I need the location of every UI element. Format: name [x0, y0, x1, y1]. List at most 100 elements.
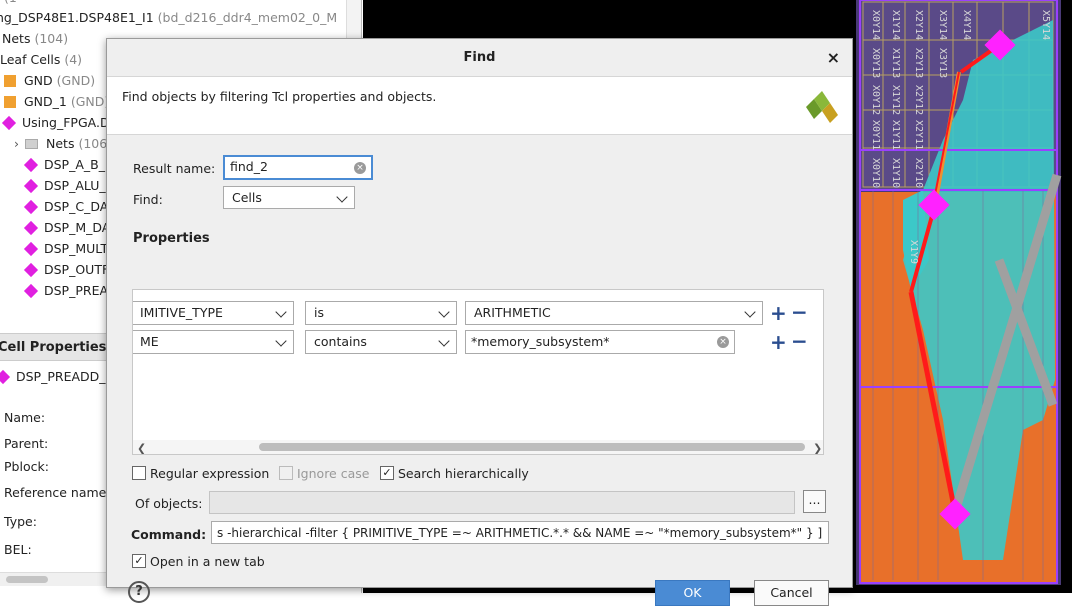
filter-horizontal-scrollbar[interactable]: ❮ ❯ [133, 440, 823, 454]
dialog-title: Find [463, 50, 496, 65]
prop-label-reference-name: Reference name [4, 485, 107, 500]
tree-row-label: Using_FPGA.D [22, 115, 110, 130]
open-new-tab-checkbox[interactable]: ✓ [132, 554, 146, 568]
filter-property-select[interactable]: ME [133, 330, 294, 354]
cell-diamond-icon [23, 262, 39, 278]
tree-row[interactable]: DSP_MULT [23, 239, 109, 259]
regular-expression-checkbox[interactable] [132, 466, 146, 480]
open-new-tab-label: Open in a new tab [150, 554, 265, 569]
tree-row[interactable]: Using_FPGA.D [1, 113, 110, 133]
scroll-thumb[interactable] [6, 576, 48, 583]
tile-label: X1Y10 [890, 158, 901, 188]
filter-operator-select[interactable]: is [305, 301, 457, 325]
command-field[interactable]: s -hierarchical -filter { PRIMITIVE_TYPE… [211, 521, 829, 544]
tile-label: X1Y13 [890, 48, 901, 78]
tree-row-count: (104) [34, 31, 69, 46]
scroll-left-icon[interactable]: ❮ [137, 442, 146, 454]
tile-label: X0Y14 [870, 10, 881, 40]
selected-cell-name: DSP_PREADD_D [16, 369, 116, 384]
cell-diamond-icon [1, 115, 17, 131]
tile-label: X0Y12 [870, 85, 881, 115]
selected-cell: DSP_PREADD_D [0, 367, 115, 387]
tree-row-label: Leaf Cells [0, 52, 61, 67]
tree-row-label: DSP_OUTF [44, 262, 110, 277]
tree-row-label: Nets [46, 136, 75, 151]
add-filter-icon[interactable]: + [770, 332, 787, 352]
prop-label-type: Type: [4, 514, 37, 529]
tree-row-label: ng_DSP48E1.DSP48E1_I1 [0, 10, 154, 25]
filter-operator-value: is [314, 305, 324, 320]
tree-row-label: GND_1 [24, 94, 67, 109]
filter-property-select[interactable]: IMITIVE_TYPE [133, 301, 294, 325]
tile-label: X1Y14 [890, 10, 901, 40]
regular-expression-label: Regular expression [150, 466, 270, 481]
tile-label: X3Y13 [937, 48, 948, 78]
tree-row[interactable]: DSP_M_DA [23, 218, 111, 238]
result-name-input[interactable]: find_2 × [223, 155, 373, 180]
tree-row[interactable]: DSP_A_B_D [23, 155, 115, 175]
properties-filter-box: IMITIVE_TYPE is ARITHMETIC + − ME contai… [132, 289, 824, 455]
filter-value-select[interactable]: ARITHMETIC [465, 301, 763, 325]
tree-row[interactable]: ng_DSP48E1.DSP48E1_I1 (bd_d216_ddr4_mem0… [0, 8, 337, 28]
cancel-button[interactable]: Cancel [754, 580, 829, 606]
dialog-titlebar[interactable]: Find × [107, 39, 852, 77]
tree-row[interactable]: GND_1 (GND) [4, 92, 109, 112]
dialog-body: Result name: find_2 × Find: Cells Proper… [107, 135, 852, 606]
cell-diamond-icon [23, 241, 39, 257]
tree-row-label: DSP_MULT [44, 241, 109, 256]
tile-label: X1Y11 [890, 120, 901, 150]
of-objects-input [209, 491, 795, 514]
dialog-description: Find objects by filtering Tcl properties… [122, 89, 437, 104]
add-filter-icon[interactable]: + [770, 303, 787, 323]
filter-value: ARITHMETIC [474, 305, 551, 320]
tree-row-count: (4) [64, 52, 83, 67]
tree-row-fragment: (1 [4, 0, 17, 8]
tree-row-label: DSP_ALU_I [44, 178, 110, 193]
folder-icon [25, 139, 38, 149]
prop-label-parent: Parent: [4, 436, 49, 451]
prop-label-pblock: Pblock: [4, 459, 49, 474]
scroll-right-icon[interactable]: ❯ [813, 442, 822, 454]
tree-row[interactable]: DSP_C_DA [23, 197, 108, 217]
chevron-down-icon [744, 306, 756, 318]
remove-filter-icon[interactable]: − [791, 331, 808, 351]
tree-row[interactable]: Nets (104) [2, 29, 68, 49]
tree-row[interactable]: DSP_ALU_I [23, 176, 110, 196]
tree-row[interactable]: Leaf Cells (4) [0, 50, 82, 70]
chevron-right-icon[interactable]: › [14, 136, 19, 151]
search-hierarchically-label: Search hierarchically [398, 466, 529, 481]
filter-property-value: IMITIVE_TYPE [140, 305, 223, 320]
browse-objects-button[interactable]: ... [803, 490, 826, 513]
tree-row-label: GND [24, 73, 53, 88]
filter-operator-select[interactable]: contains [305, 330, 457, 354]
tile-label: X0Y11 [870, 120, 881, 150]
ok-button[interactable]: OK [655, 580, 730, 606]
tree-row[interactable]: › Nets (106 [14, 134, 107, 154]
tree-row-count: (bd_d216_ddr4_mem02_0_M [157, 10, 338, 25]
tree-row[interactable]: DSP_OUTF [23, 260, 110, 280]
ignore-case-label: Ignore case [297, 466, 370, 481]
cell-diamond-icon [23, 220, 39, 236]
chevron-down-icon [275, 306, 287, 318]
remove-filter-icon[interactable]: − [791, 302, 808, 322]
prop-label-bel: BEL: [4, 542, 32, 557]
help-icon[interactable]: ? [128, 581, 150, 603]
clear-icon[interactable]: × [354, 162, 366, 174]
scroll-thumb[interactable] [259, 443, 805, 451]
tree-row[interactable]: DSP_PREA [23, 281, 108, 301]
filter-value-input[interactable]: *memory_subsystem* × [465, 330, 735, 354]
tree-row[interactable]: GND (GND) [4, 71, 95, 91]
close-icon[interactable]: × [827, 48, 840, 67]
find-type-select[interactable]: Cells [223, 186, 355, 209]
chevron-down-icon [275, 335, 287, 347]
find-type-value: Cells [232, 190, 262, 205]
cell-diamond-icon [0, 369, 11, 385]
tile-label: X3Y14 [937, 10, 948, 40]
clear-icon[interactable]: × [717, 336, 729, 348]
filter-property-value: ME [140, 334, 159, 349]
tree-row-label: DSP_M_DA [44, 220, 111, 235]
tile-label: X0Y13 [870, 48, 881, 78]
search-hierarchically-checkbox[interactable]: ✓ [380, 466, 394, 480]
command-label: Command: [131, 527, 207, 542]
tile-label: X1Y9 [908, 240, 919, 264]
